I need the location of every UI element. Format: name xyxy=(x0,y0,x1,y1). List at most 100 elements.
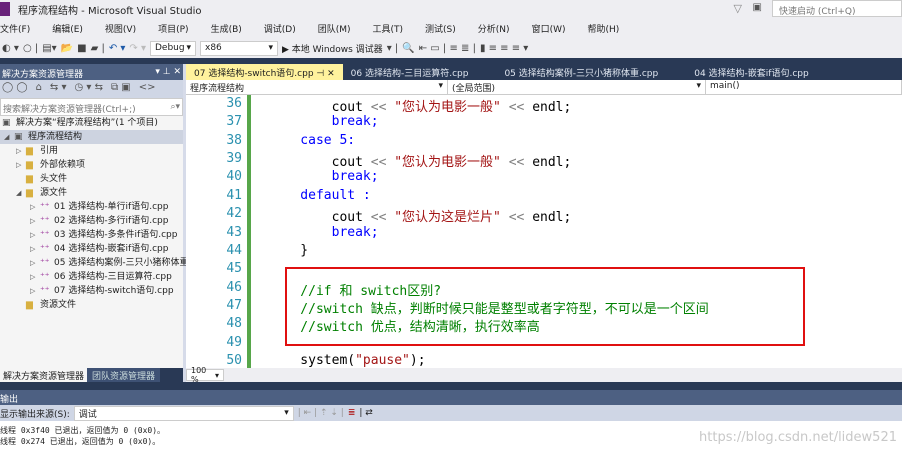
change-indicator xyxy=(247,95,251,368)
feedback-icon[interactable]: ▣ xyxy=(753,2,762,13)
zoom-select[interactable]: 100 % ▾ xyxy=(186,366,224,384)
menu-item[interactable]: 窗口(W) xyxy=(532,22,566,35)
tree-item[interactable]: ▷ ▆ 引用 xyxy=(0,144,183,158)
output-nav-icons[interactable]: | ⇤ | ⇡ ⇣ | xyxy=(298,408,344,418)
menu-item[interactable]: 项目(P) xyxy=(158,22,188,35)
code-line[interactable]: case 5: xyxy=(269,133,355,148)
expand-icon[interactable]: ▷ xyxy=(30,256,35,270)
cpp-file-icon: ⁺⁺ xyxy=(40,286,50,296)
menu-item[interactable]: 生成(B) xyxy=(211,22,242,35)
menu-item[interactable]: 工具(T) xyxy=(373,22,404,35)
find-icon[interactable]: 🔍 xyxy=(402,43,414,54)
config-select[interactable]: Debug ▾ xyxy=(150,40,196,56)
menu-item[interactable]: 文件(F) xyxy=(0,22,30,35)
code-line[interactable]: default : xyxy=(269,188,370,203)
close-icon[interactable]: ⊣ ✕ xyxy=(314,69,334,79)
code-line[interactable]: break; xyxy=(269,169,379,184)
tree-item[interactable]: ◢ ▆ 源文件 xyxy=(0,186,183,200)
search-icon[interactable]: ⌕▾ xyxy=(170,102,180,112)
code-line[interactable]: system("pause"); xyxy=(269,353,425,368)
scope-dropdown[interactable]: (全局范围) ▾ xyxy=(448,80,706,94)
menu-item[interactable]: 测试(S) xyxy=(425,22,456,35)
save-icon[interactable]: ■ xyxy=(77,43,86,54)
solution-explorer-toolbar: ◯ ◯ ⌂ ⇆ ▾ ◷ ▾ ⇆ ⧉ ▣ <> xyxy=(0,80,183,98)
editor-tab[interactable]: 07 选择结构-switch语句.cpp ⊣ ✕ xyxy=(186,64,343,80)
code-line[interactable]: cout << "您认为电影一般" << endl; xyxy=(269,96,572,115)
output-source-select[interactable]: 调试 ▾ xyxy=(73,405,294,421)
menu-item[interactable]: 调试(D) xyxy=(264,22,296,35)
step-icon[interactable]: ⇤ ▭ | ≡ ≣ | xyxy=(419,43,476,54)
tab-solution-explorer[interactable]: 解决方案资源管理器 xyxy=(0,368,88,382)
tab-team-explorer[interactable]: 团队资源管理器 xyxy=(87,368,161,382)
line-number: 42 xyxy=(226,206,242,222)
redo-icon[interactable]: ↷ ▾ xyxy=(129,43,146,54)
filter-icon[interactable]: ▽ xyxy=(734,2,742,15)
vs-logo-icon xyxy=(0,2,10,16)
menu-item[interactable]: 编辑(E) xyxy=(52,22,83,35)
line-number: 37 xyxy=(226,114,242,130)
solution-search-input[interactable]: 搜索解决方案资源管理器(Ctrl+;) ⌕▾ xyxy=(0,98,183,116)
platform-value: x86 xyxy=(205,43,222,53)
code-icon[interactable]: <> xyxy=(139,82,156,96)
folder-icon: ▆ xyxy=(26,174,33,184)
tree-item-label: 外部依赖项 xyxy=(40,160,86,170)
collapse-icon[interactable]: ⧉ ▣ xyxy=(111,82,131,96)
tree-item[interactable]: ▷ ▆ 外部依赖项 xyxy=(0,158,183,172)
tree-item[interactable]: ▆ 头文件 xyxy=(0,172,183,186)
code-line[interactable]: cout << "您认为这是烂片" << endl; xyxy=(269,206,572,225)
tab-label: 06 选择结构-三目运算符.cpp xyxy=(350,69,469,79)
project-dropdown[interactable]: 程序流程结构 ▾ xyxy=(186,80,448,94)
word-wrap-icon[interactable]: | ⇄ xyxy=(359,408,372,418)
expand-icon[interactable]: ▷ xyxy=(30,242,35,256)
dropdown-icon[interactable]: ▾ | xyxy=(387,43,399,54)
clear-all-icon[interactable]: ≣ xyxy=(348,408,356,418)
panel-controls-icon[interactable]: ▾ ⊥ ✕ xyxy=(155,67,181,77)
platform-select[interactable]: x86 ▾ xyxy=(200,40,278,56)
tree-item[interactable]: ▷ ⁺⁺ 03 选择结构-多条件if语句.cpp xyxy=(0,228,183,242)
menu-item[interactable]: 视图(V) xyxy=(105,22,136,35)
back-icon[interactable]: ◯ ◯ xyxy=(2,82,28,96)
expand-icon[interactable]: ▷ xyxy=(16,158,21,172)
navigation-bar: 程序流程结构 ▾ (全局范围) ▾ main() xyxy=(186,80,902,95)
new-project-icon[interactable]: ▤▾ xyxy=(42,43,56,54)
code-line[interactable]: } xyxy=(269,243,308,258)
code-line[interactable]: cout << "您认为电影一般" << endl; xyxy=(269,151,572,170)
member-dropdown[interactable]: main() xyxy=(706,80,902,94)
tree-item[interactable]: ▷ ⁺⁺ 06 选择结构-三目运算符.cpp xyxy=(0,270,183,284)
expand-icon[interactable]: ◢ xyxy=(16,186,21,200)
editor-tab[interactable]: 06 选择结构-三目运算符.cpp xyxy=(343,64,477,80)
bookmark-icon[interactable]: ▮ ≡ ≡ ≡ ▾ xyxy=(480,43,528,54)
undo-icon[interactable]: ↶ ▾ xyxy=(109,43,126,54)
expand-icon[interactable]: ▷ xyxy=(30,284,35,298)
menu-item[interactable]: 团队(M) xyxy=(318,22,351,35)
code-line[interactable]: break; xyxy=(269,225,379,240)
menu-item[interactable]: 帮助(H) xyxy=(587,22,619,35)
open-icon[interactable]: 📂 xyxy=(61,43,73,54)
tree-item[interactable]: ◢ ▣ 程序流程结构 xyxy=(0,130,183,144)
forward-icon[interactable]: ○ | xyxy=(23,43,38,54)
tree-item[interactable]: ▷ ⁺⁺ 01 选择结构-单行if语句.cpp xyxy=(0,200,183,214)
editor-tab[interactable]: 05 选择结构案例-三只小猪称体重.cpp xyxy=(496,64,666,80)
expand-icon[interactable]: ▷ xyxy=(30,214,35,228)
start-debugging-button[interactable]: ▶ 本地 Windows 调试器 xyxy=(282,42,383,55)
expand-icon[interactable]: ▷ xyxy=(16,144,21,158)
quick-launch-input[interactable]: 快速启动 (Ctrl+Q) xyxy=(772,0,902,17)
back-icon[interactable]: ◐ ▾ xyxy=(2,43,19,54)
tree-item[interactable]: ▆ 资源文件 xyxy=(0,298,183,312)
expand-icon[interactable]: ▷ xyxy=(30,200,35,214)
tree-item[interactable]: ▷ ⁺⁺ 07 选择结构-switch语句.cpp xyxy=(0,284,183,298)
code-line[interactable]: break; xyxy=(269,114,379,129)
expand-icon[interactable]: ▷ xyxy=(30,228,35,242)
history-icon[interactable]: ◷ ▾ ⇆ xyxy=(75,82,103,96)
tree-item[interactable]: ▷ ⁺⁺ 04 选择结构-嵌套if语句.cpp xyxy=(0,242,183,256)
menu-item[interactable]: 分析(N) xyxy=(478,22,510,35)
tree-item[interactable]: ▷ ⁺⁺ 02 选择结构-多行if语句.cpp xyxy=(0,214,183,228)
save-all-icon[interactable]: ▰ | xyxy=(91,43,105,54)
tree-item[interactable]: ▣ 解决方案“程序流程结构”(1 个项目) xyxy=(0,116,183,130)
editor-tab[interactable]: 04 选择结构-嵌套if语句.cpp xyxy=(686,64,816,80)
expand-icon[interactable]: ◢ xyxy=(4,130,9,144)
tree-item[interactable]: ▷ ⁺⁺ 05 选择结构案例-三只小猪称体重.cpp xyxy=(0,256,208,270)
sync-icon[interactable]: ⇆ ▾ xyxy=(50,82,67,96)
expand-icon[interactable]: ▷ xyxy=(30,270,35,284)
home-icon[interactable]: ⌂ xyxy=(36,82,42,96)
